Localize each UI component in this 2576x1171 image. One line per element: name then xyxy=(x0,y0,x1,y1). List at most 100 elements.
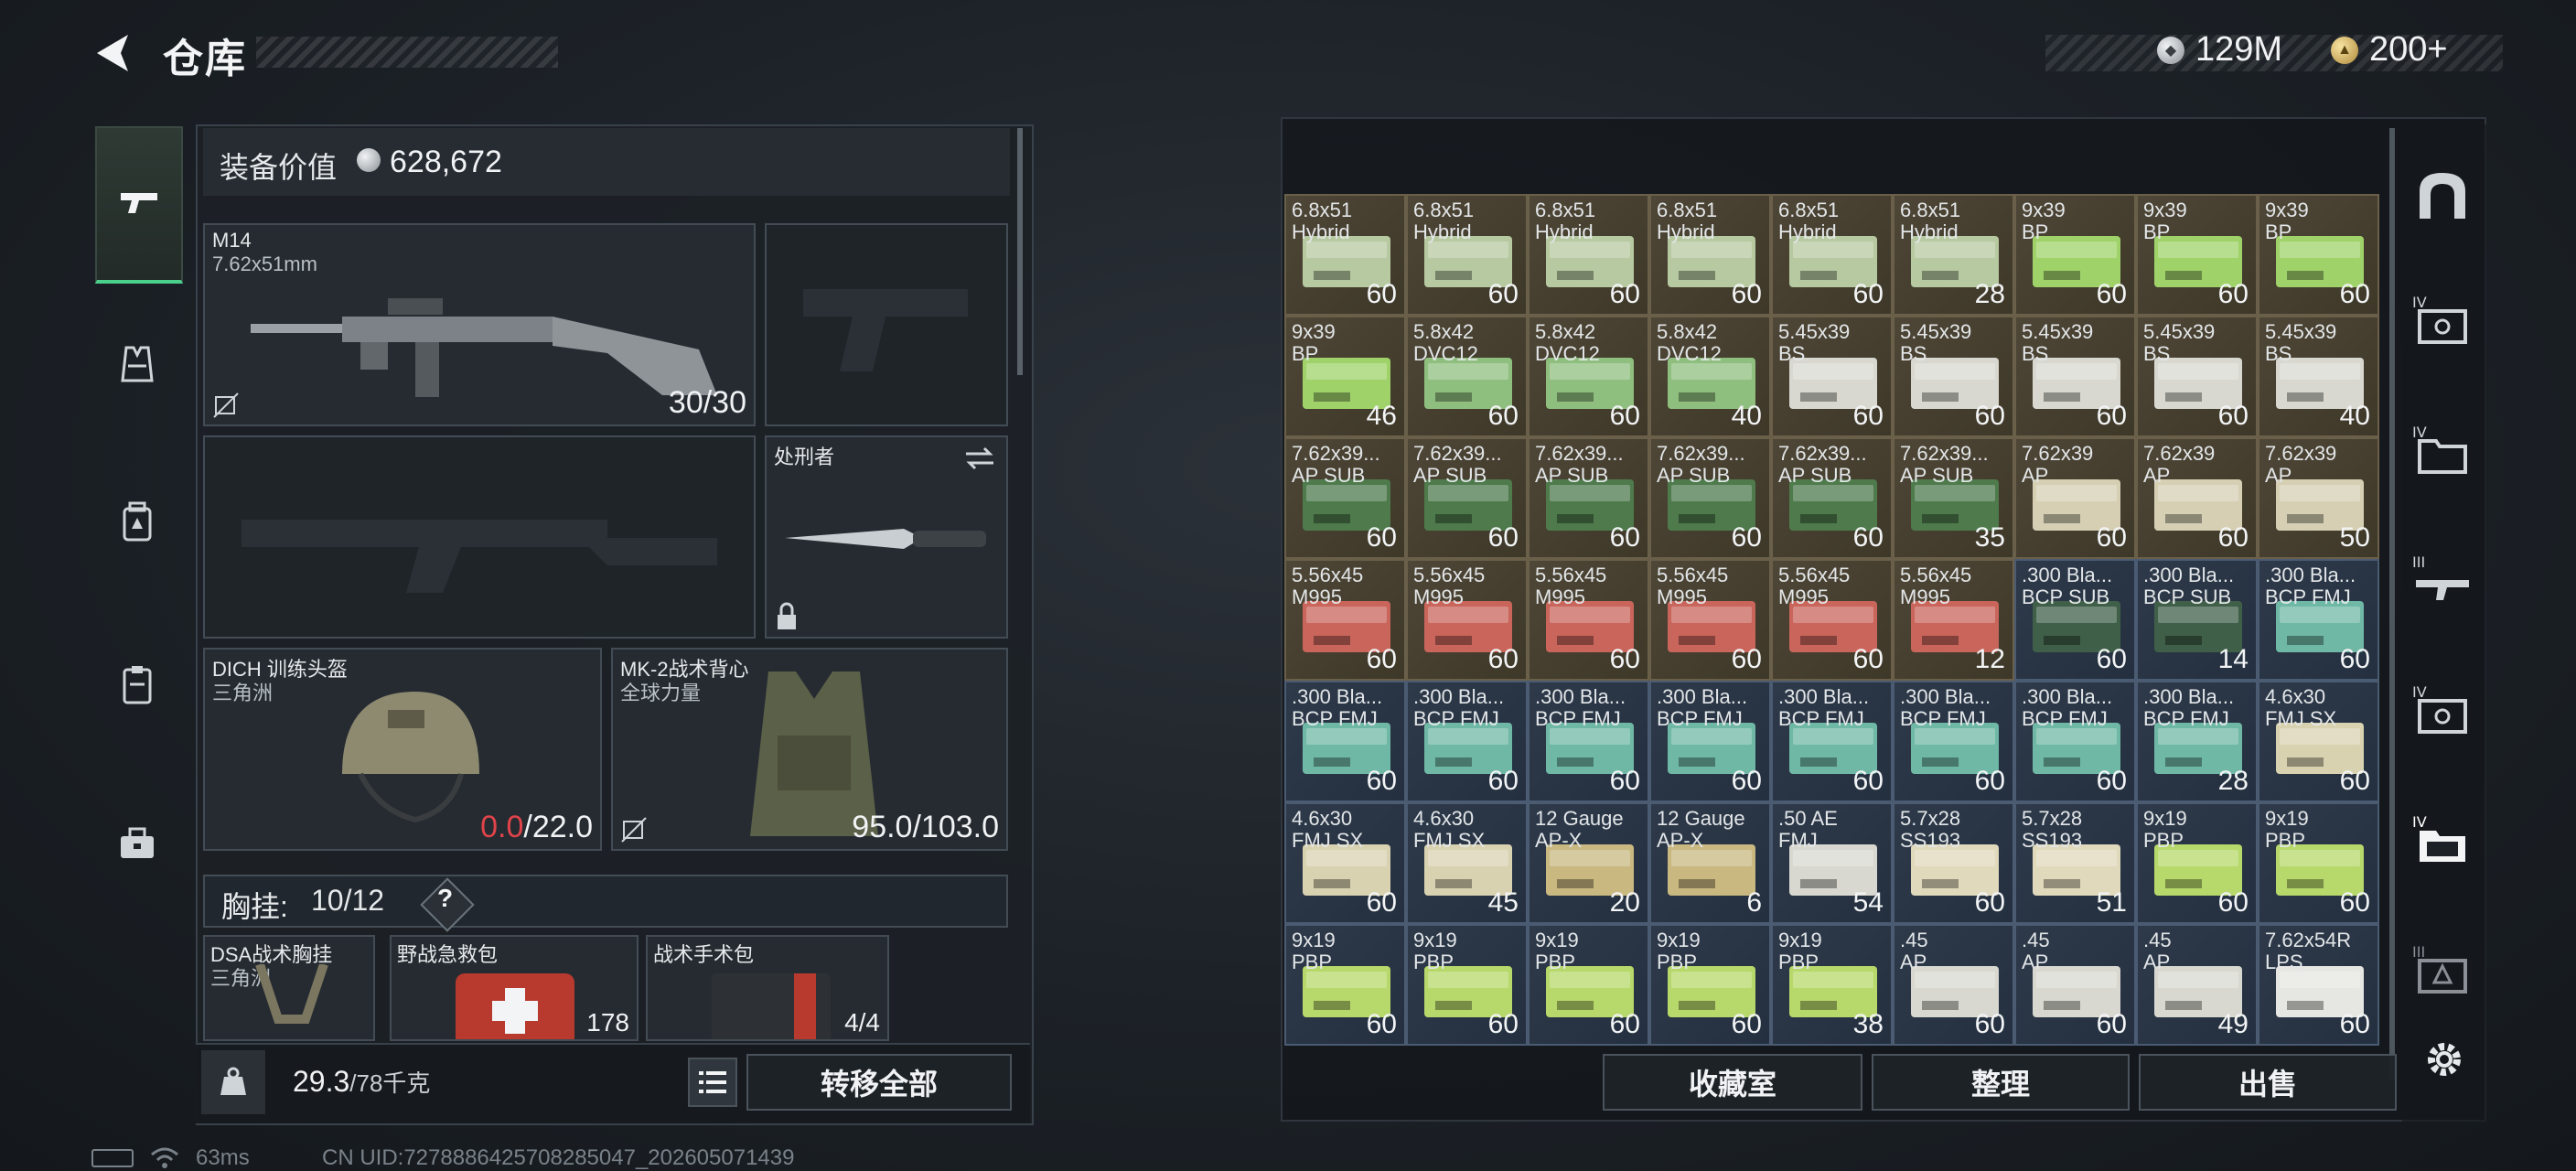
swap-icon[interactable] xyxy=(962,445,997,472)
clipboard-icon xyxy=(123,666,152,704)
back-button[interactable] xyxy=(88,27,139,79)
inventory-item[interactable]: 9x19 PBP 60 xyxy=(1406,924,1528,1046)
nav-armor[interactable] xyxy=(95,322,179,406)
primary-weapon-slot[interactable]: M14 7.62x51mm 30/30 xyxy=(203,223,756,426)
inventory-item[interactable]: 7.62x54R LPS 60 xyxy=(2258,924,2379,1046)
inventory-item[interactable]: 6.8x51 Hybrid 60 xyxy=(1284,194,1406,316)
item-type: Hybrid xyxy=(1535,220,1594,243)
inventory-item[interactable]: .45 AP 60 xyxy=(1893,924,2014,1046)
inventory-item[interactable]: 5.7x28 SS193 51 xyxy=(2014,802,2136,924)
inventory-item[interactable]: .300 Bla... BCP SUB 60 xyxy=(2014,559,2136,681)
inventory-item[interactable]: 5.56x45 M995 60 xyxy=(1284,559,1406,681)
inventory-item[interactable]: 5.8x42 DVC12 60 xyxy=(1406,316,1528,437)
nav-weapons[interactable] xyxy=(95,126,183,284)
right-nav-item-active[interactable]: IV xyxy=(2406,803,2479,876)
item-caliber: 5.56x45 xyxy=(1900,564,1972,586)
rig-item-slot[interactable]: 野战急救包 178 xyxy=(390,935,639,1041)
stash-scrollbar[interactable] xyxy=(2389,128,2395,1080)
inventory-item[interactable]: 4.6x30 FMJ SX 60 xyxy=(2258,681,2379,802)
inventory-item[interactable]: .50 AE FMJ 54 xyxy=(1771,802,1893,924)
right-nav-item[interactable]: IV xyxy=(2406,284,2479,357)
secondary-rifle-slot[interactable] xyxy=(203,435,756,639)
inventory-item[interactable]: .300 Bla... BCP FMJ 28 xyxy=(2136,681,2258,802)
inventory-item[interactable]: .45 AP 60 xyxy=(2014,924,2136,1046)
inventory-item[interactable]: .300 Bla... BCP FMJ 60 xyxy=(1284,681,1406,802)
inventory-item[interactable]: .300 Bla... BCP FMJ 60 xyxy=(1528,681,1649,802)
right-nav-item[interactable]: IV xyxy=(2406,673,2479,747)
inventory-item[interactable]: .300 Bla... BCP FMJ 60 xyxy=(1406,681,1528,802)
item-quantity: 60 xyxy=(2339,1009,2370,1039)
inventory-item[interactable]: 5.45x39 BS 60 xyxy=(2014,316,2136,437)
list-view-button[interactable] xyxy=(688,1058,737,1107)
inventory-item[interactable]: 9x19 PBP 38 xyxy=(1771,924,1893,1046)
inventory-item[interactable]: .300 Bla... BCP FMJ 60 xyxy=(1893,681,2014,802)
inventory-item[interactable]: 6.8x51 Hybrid 60 xyxy=(1528,194,1649,316)
inventory-item[interactable]: 5.7x28 SS193 60 xyxy=(1893,802,2014,924)
secondary-weapon-slot[interactable] xyxy=(765,223,1008,426)
inventory-item[interactable]: 5.56x45 M995 60 xyxy=(1649,559,1771,681)
inventory-item[interactable]: .300 Bla... BCP FMJ 60 xyxy=(1771,681,1893,802)
inventory-item[interactable]: 9x19 PBP 60 xyxy=(2136,802,2258,924)
inventory-item[interactable]: 6.8x51 Hybrid 60 xyxy=(1649,194,1771,316)
inventory-item[interactable]: 9x39 BP 60 xyxy=(2258,194,2379,316)
inventory-item[interactable]: 12 Gauge AP-X 20 xyxy=(1528,802,1649,924)
inventory-item[interactable]: 5.56x45 M995 60 xyxy=(1528,559,1649,681)
transfer-all-button[interactable]: 转移全部 xyxy=(746,1054,1012,1111)
inventory-item[interactable]: .300 Bla... BCP SUB 14 xyxy=(2136,559,2258,681)
inventory-item[interactable]: 9x39 BP 60 xyxy=(2136,194,2258,316)
inventory-item[interactable]: .300 Bla... BCP FMJ 60 xyxy=(2014,681,2136,802)
right-nav-item[interactable]: III xyxy=(2406,933,2479,1006)
item-caliber: 6.8x51 xyxy=(1778,199,1840,221)
inventory-item[interactable]: 6.8x51 Hybrid 60 xyxy=(1771,194,1893,316)
inventory-item[interactable]: 5.56x45 M995 60 xyxy=(1406,559,1528,681)
inventory-item[interactable]: 5.8x42 DVC12 40 xyxy=(1649,316,1771,437)
inventory-item[interactable]: 12 Gauge AP-X 6 xyxy=(1649,802,1771,924)
melee-slot[interactable]: 处刑者 xyxy=(765,435,1008,639)
inventory-item[interactable]: 7.62x39... AP SUB 60 xyxy=(1771,437,1893,559)
loadout-scrollbar[interactable] xyxy=(1017,128,1023,375)
inventory-item[interactable]: 7.62x39... AP SUB 60 xyxy=(1528,437,1649,559)
inventory-item[interactable]: 5.45x39 BS 40 xyxy=(2258,316,2379,437)
inventory-item[interactable]: 7.62x39 AP 60 xyxy=(2136,437,2258,559)
inventory-item[interactable]: 5.45x39 BS 60 xyxy=(1771,316,1893,437)
inventory-item[interactable]: 5.8x42 DVC12 60 xyxy=(1528,316,1649,437)
inventory-item[interactable]: 9x19 PBP 60 xyxy=(1284,924,1406,1046)
inventory-item[interactable]: 9x19 PBP 60 xyxy=(1649,924,1771,1046)
right-nav-item[interactable]: III xyxy=(2406,543,2479,617)
inventory-item[interactable]: 7.62x39 AP 60 xyxy=(2014,437,2136,559)
inventory-item[interactable]: .45 AP 49 xyxy=(2136,924,2258,1046)
nav-rig[interactable] xyxy=(95,642,179,726)
right-nav-item[interactable]: IV xyxy=(2406,414,2479,487)
sell-button[interactable]: 出售 xyxy=(2139,1054,2397,1111)
inventory-item[interactable]: 7.62x39... AP SUB 35 xyxy=(1893,437,2014,559)
armor-slot[interactable]: MK-2战术背心 全球力量 95.0/103.0 xyxy=(611,648,1008,851)
settings-button[interactable] xyxy=(2420,1036,2468,1083)
inventory-item[interactable]: 4.6x30 FMJ SX 45 xyxy=(1406,802,1528,924)
inventory-item[interactable]: 5.56x45 M995 12 xyxy=(1893,559,2014,681)
inventory-item[interactable]: 5.45x39 BS 60 xyxy=(2136,316,2258,437)
inventory-item[interactable]: .300 Bla... BCP FMJ 60 xyxy=(2258,559,2379,681)
inventory-item[interactable]: 6.8x51 Hybrid 28 xyxy=(1893,194,2014,316)
inventory-item[interactable]: 7.62x39... AP SUB 60 xyxy=(1284,437,1406,559)
inventory-item[interactable]: 7.62x39... AP SUB 60 xyxy=(1406,437,1528,559)
inventory-item[interactable]: 6.8x51 Hybrid 60 xyxy=(1406,194,1528,316)
item-type: M995 xyxy=(1900,586,1951,608)
inventory-item[interactable]: 5.56x45 M995 60 xyxy=(1771,559,1893,681)
helmet-slot[interactable]: DICH 训练头盔 三角洲 0.0/22.0 xyxy=(203,648,602,851)
inventory-item[interactable]: .300 Bla... BCP FMJ 60 xyxy=(1649,681,1771,802)
inventory-item[interactable]: 9x19 PBP 60 xyxy=(2258,802,2379,924)
nav-tools[interactable] xyxy=(95,801,179,886)
inventory-item[interactable]: 4.6x30 FMJ SX 60 xyxy=(1284,802,1406,924)
right-nav-arch[interactable] xyxy=(2406,159,2479,232)
rig-item-slot[interactable]: DSA战术胸挂 三角洲 xyxy=(203,935,375,1041)
inventory-item[interactable]: 9x19 PBP 60 xyxy=(1528,924,1649,1046)
inventory-item[interactable]: 9x39 BP 60 xyxy=(2014,194,2136,316)
collection-room-button[interactable]: 收藏室 xyxy=(1603,1054,1862,1111)
inventory-item[interactable]: 7.62x39 AP 50 xyxy=(2258,437,2379,559)
nav-backpack[interactable] xyxy=(95,479,179,564)
rig-item-slot[interactable]: 战术手术包 4/4 xyxy=(646,935,889,1041)
inventory-item[interactable]: 5.45x39 BS 60 xyxy=(1893,316,2014,437)
inventory-item[interactable]: 9x39 BP 46 xyxy=(1284,316,1406,437)
sort-button[interactable]: 整理 xyxy=(1872,1054,2130,1111)
inventory-item[interactable]: 7.62x39... AP SUB 60 xyxy=(1649,437,1771,559)
